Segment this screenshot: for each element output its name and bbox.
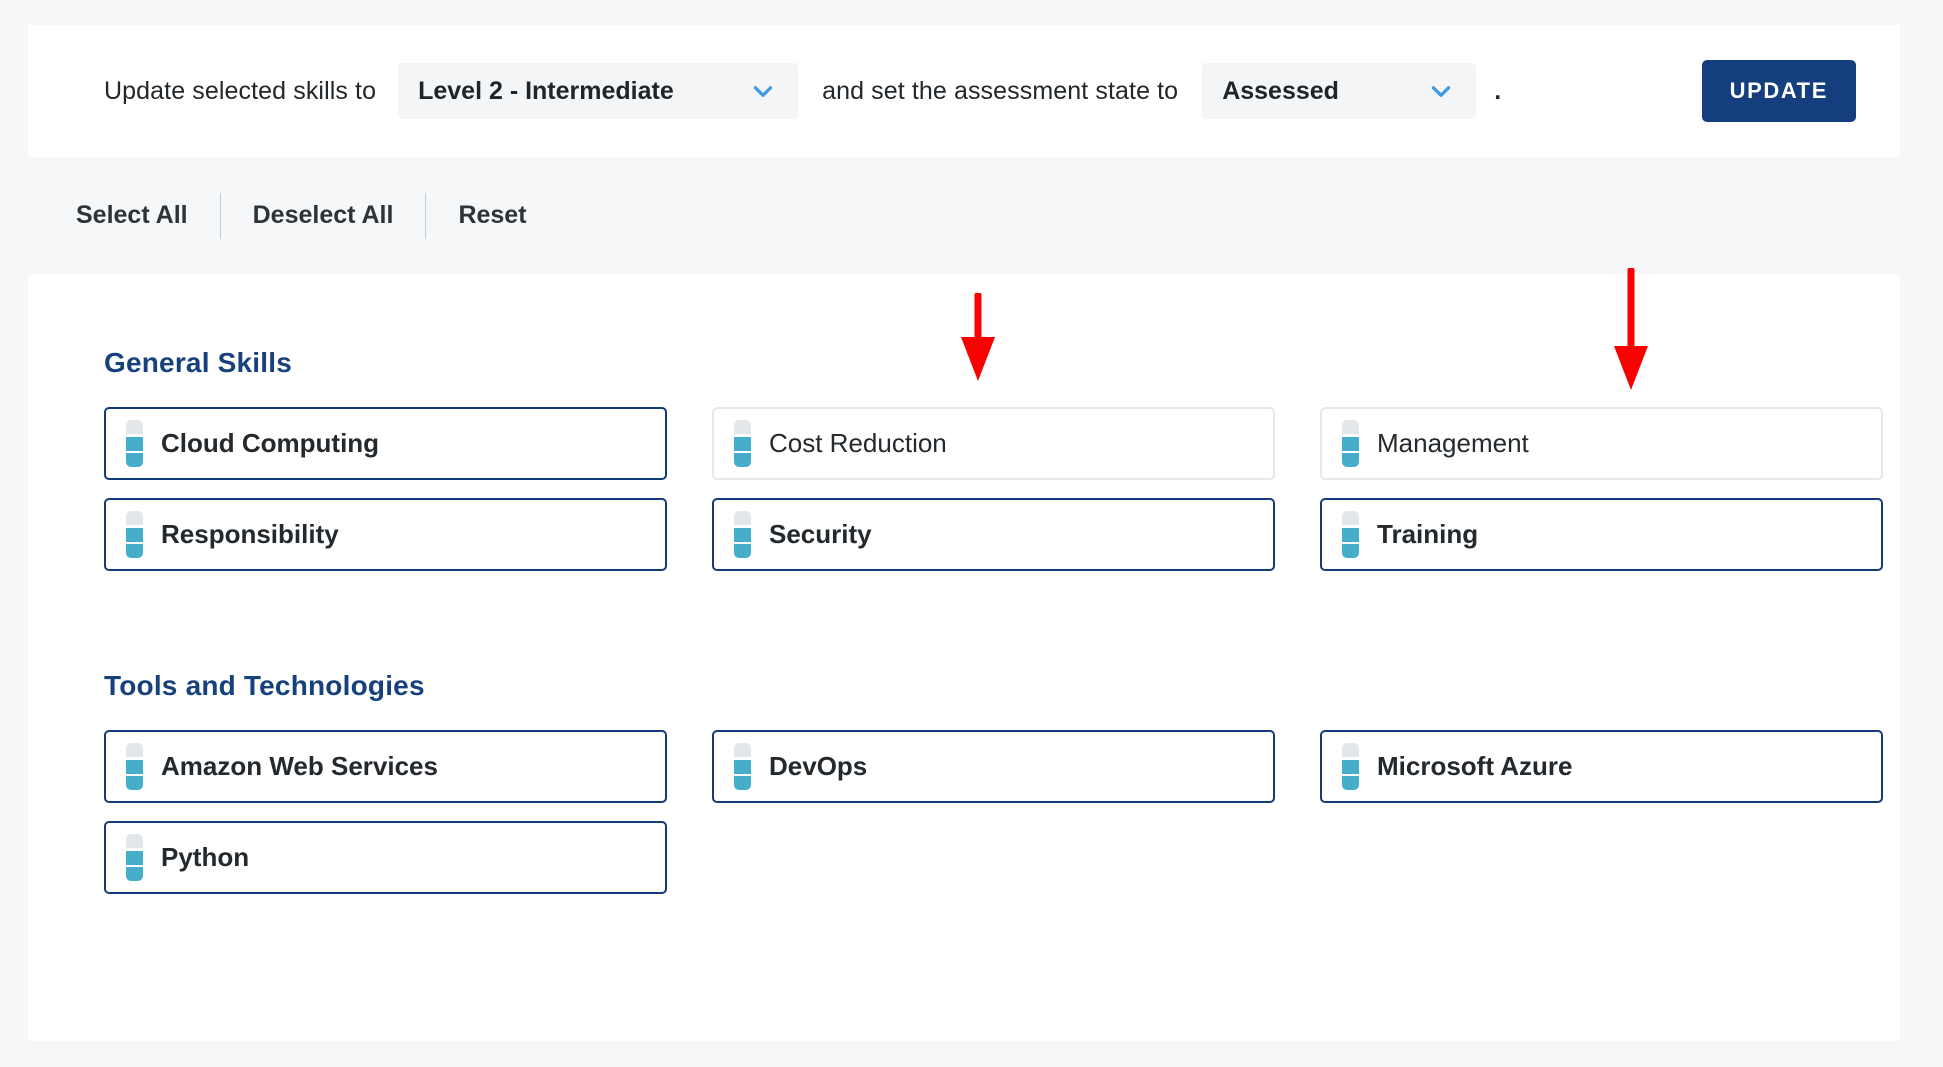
skill-level-meter-icon bbox=[1342, 743, 1359, 790]
select-all-button[interactable]: Select All bbox=[76, 201, 188, 230]
meter-segment-3 bbox=[734, 776, 751, 790]
chevron-down-icon bbox=[1431, 86, 1451, 97]
meter-segment-3 bbox=[126, 544, 143, 558]
meter-segment-1 bbox=[734, 420, 751, 434]
update-button[interactable]: UPDATE bbox=[1701, 60, 1856, 122]
skill-label: Responsibility bbox=[161, 519, 339, 549]
meter-segment-2 bbox=[1342, 527, 1359, 542]
update-lead-label: Update selected skills to bbox=[104, 76, 377, 105]
assessment-state-dropdown[interactable]: Assessed bbox=[1202, 63, 1477, 119]
chevron-down-icon bbox=[753, 86, 773, 97]
meter-segment-3 bbox=[1342, 544, 1359, 558]
meter-segment-2 bbox=[126, 759, 143, 774]
skill-label: Training bbox=[1377, 519, 1479, 549]
skill-level-meter-icon bbox=[126, 511, 143, 558]
meter-segment-3 bbox=[1342, 453, 1359, 467]
meter-segment-2 bbox=[734, 527, 751, 542]
assessment-state-dropdown-value: Assessed bbox=[1222, 76, 1339, 105]
skill-label: DevOps bbox=[769, 751, 868, 781]
meter-segment-2 bbox=[734, 436, 751, 451]
meter-segment-1 bbox=[1342, 420, 1359, 434]
meter-segment-3 bbox=[126, 453, 143, 467]
toolbar-divider bbox=[219, 192, 221, 239]
skill-card[interactable]: Microsoft Azure bbox=[1320, 730, 1883, 803]
skill-level-meter-icon bbox=[1342, 511, 1359, 558]
skill-card[interactable]: Training bbox=[1320, 498, 1883, 571]
skill-card[interactable]: Cost Reduction bbox=[712, 407, 1275, 480]
meter-segment-1 bbox=[126, 834, 143, 848]
meter-segment-3 bbox=[734, 453, 751, 467]
meter-segment-2 bbox=[1342, 759, 1359, 774]
skill-level-meter-icon bbox=[734, 420, 751, 467]
meter-segment-2 bbox=[734, 759, 751, 774]
bulk-update-action-bar: Update selected skills to Level 2 - Inte… bbox=[28, 25, 1900, 157]
skill-level-meter-icon bbox=[126, 743, 143, 790]
skills-content-panel: General Skills Cloud Computing Cost Reduc… bbox=[28, 274, 1900, 1041]
tools-and-technologies-grid: Amazon Web Services DevOps Microsoft Azure… bbox=[104, 730, 1900, 894]
meter-segment-3 bbox=[126, 867, 143, 881]
skill-level-dropdown-value: Level 2 - Intermediate bbox=[418, 76, 674, 105]
reset-button[interactable]: Reset bbox=[458, 201, 526, 230]
skill-label: Management bbox=[1377, 428, 1529, 458]
skill-card[interactable]: Security bbox=[712, 498, 1275, 571]
skill-label: Cost Reduction bbox=[769, 428, 947, 458]
skill-level-dropdown[interactable]: Level 2 - Intermediate bbox=[398, 63, 799, 119]
skill-card[interactable]: Management bbox=[1320, 407, 1883, 480]
meter-segment-1 bbox=[126, 743, 143, 757]
selection-toolbar: Select All Deselect All Reset bbox=[28, 157, 1900, 274]
meter-segment-1 bbox=[126, 511, 143, 525]
meter-segment-2 bbox=[1342, 436, 1359, 451]
skill-label: Amazon Web Services bbox=[161, 751, 438, 781]
skill-level-meter-icon bbox=[734, 743, 751, 790]
skill-level-meter-icon bbox=[126, 420, 143, 467]
meter-segment-1 bbox=[734, 743, 751, 757]
skill-card[interactable]: Responsibility bbox=[104, 498, 667, 571]
assessment-state-label: and set the assessment state to bbox=[822, 76, 1179, 105]
general-skills-grid: Cloud Computing Cost Reduction Management R… bbox=[104, 407, 1900, 571]
skill-level-meter-icon bbox=[734, 511, 751, 558]
skill-label: Security bbox=[769, 519, 872, 549]
skill-level-meter-icon bbox=[126, 834, 143, 881]
skill-card[interactable]: Amazon Web Services bbox=[104, 730, 667, 803]
meter-segment-1 bbox=[1342, 511, 1359, 525]
deselect-all-button[interactable]: Deselect All bbox=[253, 201, 394, 230]
skill-card[interactable]: DevOps bbox=[712, 730, 1275, 803]
section-title-tools-and-technologies: Tools and Technologies bbox=[104, 670, 425, 701]
meter-segment-1 bbox=[734, 511, 751, 525]
meter-segment-3 bbox=[126, 776, 143, 790]
skill-level-meter-icon bbox=[1342, 420, 1359, 467]
meter-segment-1 bbox=[126, 420, 143, 434]
toolbar-divider bbox=[425, 192, 427, 239]
sentence-period: . bbox=[1494, 76, 1502, 105]
meter-segment-1 bbox=[1342, 743, 1359, 757]
skill-label: Microsoft Azure bbox=[1377, 751, 1573, 781]
meter-segment-3 bbox=[734, 544, 751, 558]
meter-segment-2 bbox=[126, 850, 143, 865]
skill-label: Cloud Computing bbox=[161, 428, 380, 458]
skill-label: Python bbox=[161, 842, 250, 872]
skill-card[interactable]: Python bbox=[104, 821, 667, 894]
skill-card[interactable]: Cloud Computing bbox=[104, 407, 667, 480]
meter-segment-2 bbox=[126, 527, 143, 542]
section-title-general-skills: General Skills bbox=[104, 347, 293, 378]
skills-assessment-page: Update selected skills to Level 2 - Inte… bbox=[0, 0, 1943, 1067]
meter-segment-2 bbox=[126, 436, 143, 451]
meter-segment-3 bbox=[1342, 776, 1359, 790]
